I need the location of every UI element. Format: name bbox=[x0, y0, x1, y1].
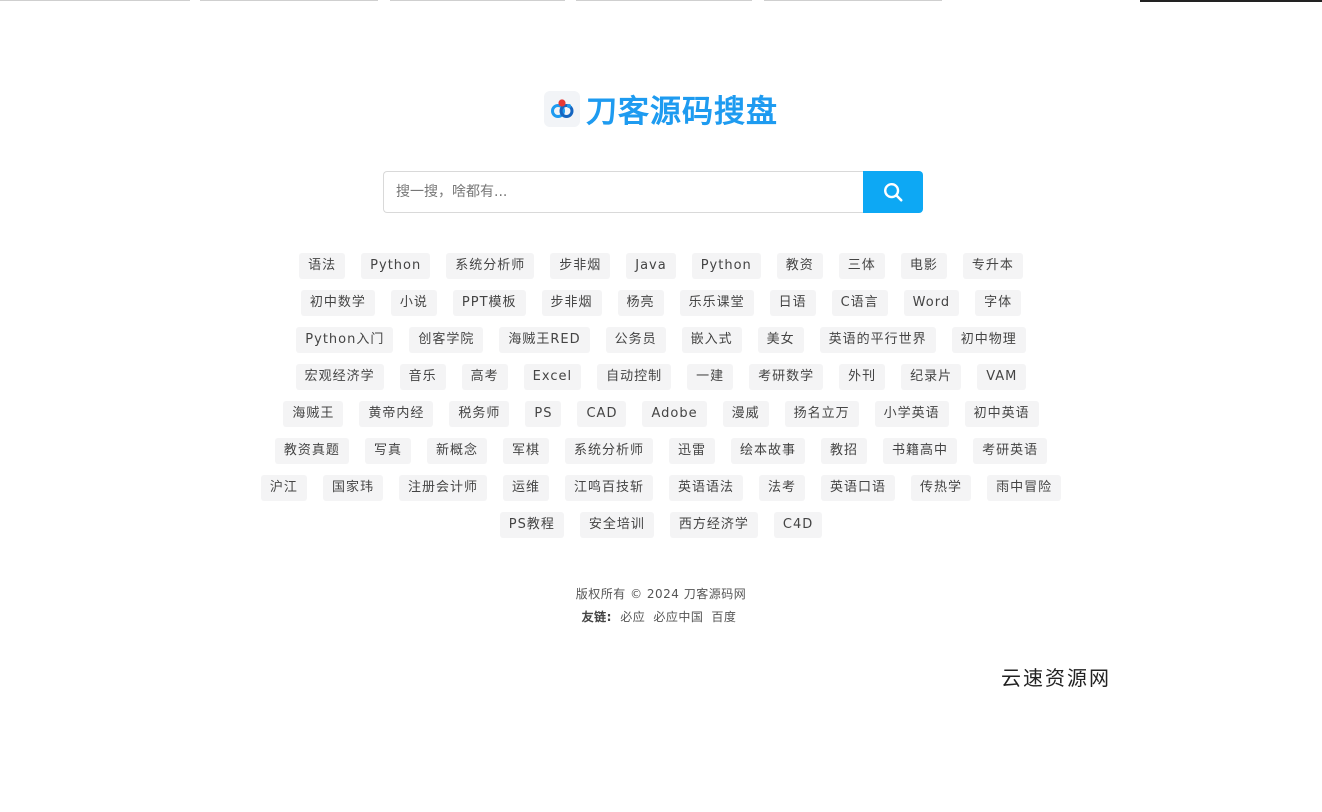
search-tag[interactable]: 步非烟 bbox=[550, 253, 611, 279]
search-tag[interactable]: 初中英语 bbox=[964, 401, 1039, 427]
footer: 版权所有 © 2024 刀客源码网 友链: 必应 必应中国 百度 bbox=[0, 584, 1322, 630]
friend-links-label: 友链: bbox=[581, 610, 612, 624]
search-tag[interactable]: 考研英语 bbox=[973, 438, 1048, 464]
search-input[interactable] bbox=[383, 171, 863, 213]
search-tag[interactable]: 杨亮 bbox=[617, 290, 664, 316]
search-tag[interactable]: 外刊 bbox=[839, 364, 886, 390]
tag-row: 语法 Python 系统分析师 步非烟 Java Python 教资 三体 电影 专升本 bbox=[231, 253, 1091, 279]
search-tag[interactable]: 系统分析师 bbox=[564, 438, 653, 464]
search-tag[interactable]: 纪录片 bbox=[901, 364, 962, 390]
search-tag[interactable]: 美女 bbox=[757, 327, 804, 353]
search-tag[interactable]: Word bbox=[903, 290, 960, 316]
friend-link-baidu[interactable]: 百度 bbox=[711, 610, 736, 624]
search-tag[interactable]: 小学英语 bbox=[874, 401, 949, 427]
search-tag[interactable]: 小说 bbox=[390, 290, 437, 316]
tag-row: Python入门 创客学院 海贼王RED 公务员 嵌入式 美女 英语的平行世界 初中物理 bbox=[231, 327, 1091, 353]
search-tag[interactable]: 英语语法 bbox=[669, 475, 744, 501]
search-tag[interactable]: 迅雷 bbox=[669, 438, 716, 464]
tag-row: 海贼王 黄帝内经 税务师 PS CAD Adobe 漫威 扬名立万 小学英语 初中英语 bbox=[231, 401, 1091, 427]
search-tag[interactable]: 自动控制 bbox=[597, 364, 672, 390]
search-tag[interactable]: 注册会计师 bbox=[398, 475, 487, 501]
search-tag[interactable]: 日语 bbox=[769, 290, 816, 316]
friend-links: 友链: 必应 必应中国 百度 bbox=[0, 607, 1322, 627]
search-tag[interactable]: 教资 bbox=[776, 253, 823, 279]
search-tag[interactable]: 专升本 bbox=[962, 253, 1023, 279]
search-tag[interactable]: PS教程 bbox=[499, 512, 564, 538]
search-tag[interactable]: CAD bbox=[577, 401, 627, 427]
site-title: 刀客源码搜盘 bbox=[586, 94, 778, 130]
search-tag[interactable]: 步非烟 bbox=[541, 290, 602, 316]
search-tag[interactable]: 英语的平行世界 bbox=[819, 327, 936, 353]
tag-row: 教资真题 写真 新概念 军棋 系统分析师 迅雷 绘本故事 教招 书籍高中 考研英语 bbox=[231, 438, 1091, 464]
search-tag[interactable]: 字体 bbox=[975, 290, 1022, 316]
search-button[interactable] bbox=[863, 171, 923, 213]
search-tag[interactable]: 创客学院 bbox=[409, 327, 484, 353]
search-tag[interactable]: 教资真题 bbox=[274, 438, 349, 464]
search-tag[interactable]: 考研数学 bbox=[749, 364, 824, 390]
search-tag[interactable]: 初中物理 bbox=[951, 327, 1026, 353]
search-tag[interactable]: 初中数学 bbox=[300, 290, 375, 316]
search-tag[interactable]: Excel bbox=[523, 364, 582, 390]
watermark-text: 云速资源网 bbox=[1001, 666, 1111, 690]
search-tag[interactable]: PS bbox=[525, 401, 562, 427]
top-border bbox=[0, 0, 1322, 2]
search-tag[interactable]: Java bbox=[626, 253, 676, 279]
tag-row: 宏观经济学 音乐 高考 Excel 自动控制 一建 考研数学 外刊 纪录片 VAM bbox=[231, 364, 1091, 390]
search-tag[interactable]: 教招 bbox=[821, 438, 868, 464]
search-tag[interactable]: PPT模板 bbox=[452, 290, 526, 316]
tag-row: PS教程 安全培训 西方经济学 C4D bbox=[231, 512, 1091, 538]
search-tag[interactable]: 电影 bbox=[900, 253, 947, 279]
search-tag[interactable]: 高考 bbox=[461, 364, 508, 390]
search-tag[interactable]: 书籍高中 bbox=[883, 438, 958, 464]
search-tag[interactable]: 绘本故事 bbox=[731, 438, 806, 464]
search-icon bbox=[884, 183, 903, 202]
search-tag[interactable]: 海贼王 bbox=[283, 401, 344, 427]
search-tag[interactable]: Python bbox=[361, 253, 431, 279]
search-tag[interactable]: 宏观经济学 bbox=[295, 364, 384, 390]
search-tag[interactable]: C语言 bbox=[831, 290, 888, 316]
search-tag[interactable]: VAM bbox=[977, 364, 1027, 390]
search-tag[interactable]: 乐乐课堂 bbox=[679, 290, 754, 316]
search-tag[interactable]: 税务师 bbox=[449, 401, 510, 427]
search-tag[interactable]: 传热学 bbox=[911, 475, 972, 501]
friend-link-bing[interactable]: 必应 bbox=[620, 610, 645, 624]
search-bar bbox=[383, 171, 923, 213]
search-tag[interactable]: 西方经济学 bbox=[669, 512, 758, 538]
search-tag[interactable]: 黄帝内经 bbox=[359, 401, 434, 427]
search-tag[interactable]: 安全培训 bbox=[579, 512, 654, 538]
search-tag[interactable]: 语法 bbox=[299, 253, 346, 279]
search-tag[interactable]: 漫威 bbox=[722, 401, 769, 427]
cloud-link-icon bbox=[544, 90, 580, 127]
search-tag[interactable]: 海贼王RED bbox=[499, 327, 590, 353]
search-tag[interactable]: 法考 bbox=[759, 475, 806, 501]
search-tag[interactable]: 军棋 bbox=[502, 438, 549, 464]
search-tag[interactable]: 写真 bbox=[364, 438, 411, 464]
search-tag[interactable]: Python bbox=[691, 253, 761, 279]
search-tag[interactable]: 三体 bbox=[838, 253, 885, 279]
search-tag[interactable]: 新概念 bbox=[426, 438, 487, 464]
search-tag[interactable]: 英语口语 bbox=[821, 475, 896, 501]
site-logo[interactable]: 刀客源码搜盘 bbox=[0, 86, 1322, 131]
tag-row: 初中数学 小说 PPT模板 步非烟 杨亮 乐乐课堂 日语 C语言 Word 字体 bbox=[231, 290, 1091, 316]
search-tag[interactable]: 扬名立万 bbox=[784, 401, 859, 427]
search-tag[interactable]: 雨中冒险 bbox=[987, 475, 1062, 501]
search-tag[interactable]: 一建 bbox=[687, 364, 734, 390]
search-tag[interactable]: 运维 bbox=[502, 475, 549, 501]
tag-row: 沪江 国家玮 注册会计师 运维 江鸣百技斩 英语语法 法考 英语口语 传热学 雨中冒险 bbox=[231, 475, 1091, 501]
search-tag[interactable]: 嵌入式 bbox=[681, 327, 742, 353]
search-tag[interactable]: 系统分析师 bbox=[446, 253, 535, 279]
search-tag[interactable]: 国家玮 bbox=[322, 475, 383, 501]
friend-link-bing-china[interactable]: 必应中国 bbox=[653, 610, 703, 624]
search-tag[interactable]: 公务员 bbox=[605, 327, 666, 353]
hot-tags: 语法 Python 系统分析师 步非烟 Java Python 教资 三体 电影 专升本 初中数学小… bbox=[231, 253, 1091, 549]
search-tag[interactable]: 江鸣百技斩 bbox=[564, 475, 653, 501]
search-tag[interactable]: C4D bbox=[773, 512, 823, 538]
search-tag[interactable]: 音乐 bbox=[399, 364, 446, 390]
search-tag[interactable]: 沪江 bbox=[260, 475, 307, 501]
search-tag[interactable]: Python入门 bbox=[296, 327, 394, 353]
copyright-text: 版权所有 © 2024 刀客源码网 bbox=[575, 587, 747, 601]
search-tag[interactable]: Adobe bbox=[642, 401, 707, 427]
